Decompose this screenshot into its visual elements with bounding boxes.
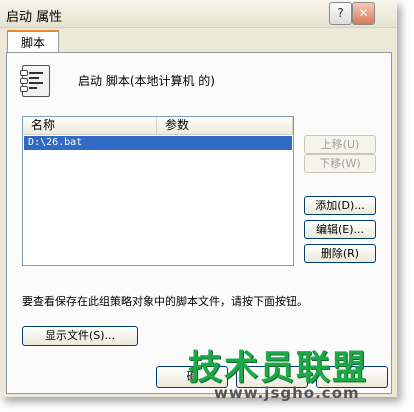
list-item[interactable]: D:\26.bat xyxy=(24,136,292,150)
column-name[interactable]: 名称 xyxy=(23,117,157,134)
scripts-list[interactable]: 名称 参数 D:\26.bat xyxy=(22,116,294,266)
watermark-logo: 技术员联盟 xyxy=(188,348,368,388)
instruction-text: 要查看保存在此组策略对象中的脚本文件，请按下面按钮。 xyxy=(22,295,308,308)
move-up-button[interactable]: 上移(U) xyxy=(304,135,376,154)
script-icon xyxy=(20,65,50,97)
remove-button[interactable]: 删除(R) xyxy=(304,244,376,263)
move-down-button[interactable]: 下移(W) xyxy=(304,154,376,173)
close-button[interactable]: ✕ xyxy=(352,2,375,25)
script-name: D:\26.bat xyxy=(28,137,83,148)
help-button[interactable]: ? xyxy=(329,2,352,25)
title-bar: 启动 属性 ? ✕ xyxy=(0,0,397,28)
watermark-url: www.jsgho.com xyxy=(214,384,360,402)
window-title: 启动 属性 xyxy=(6,10,63,25)
add-button[interactable]: 添加(D)... xyxy=(304,196,376,215)
column-params[interactable]: 参数 xyxy=(157,117,293,134)
tab-strip: 脚本 xyxy=(0,27,397,55)
list-header: 名称 参数 xyxy=(23,117,293,135)
show-files-button[interactable]: 显示文件(S)... xyxy=(22,326,138,346)
edit-button[interactable]: 编辑(E)... xyxy=(304,220,376,239)
scripts-heading: 启动 脚本(本地计算机 的) xyxy=(78,74,215,88)
